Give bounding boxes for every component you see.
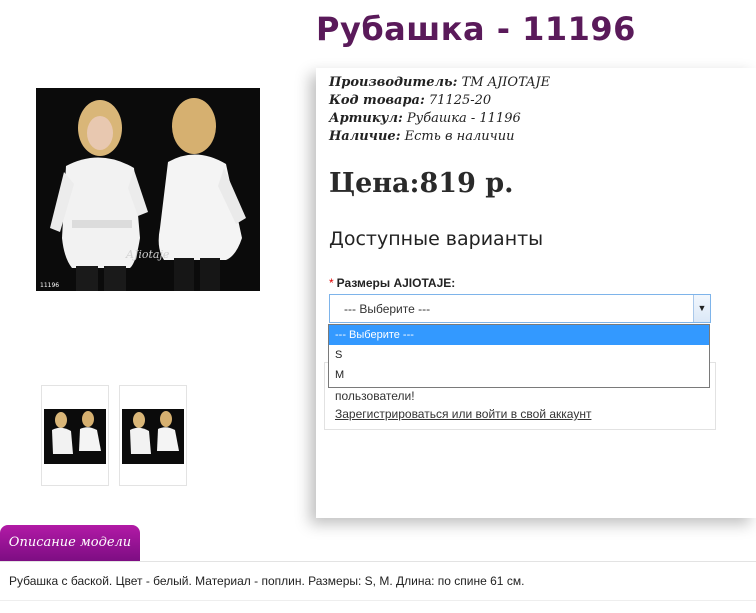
size-option[interactable]: --- Выберите --- bbox=[329, 325, 709, 345]
manufacturer-value[interactable]: ТМ AJIOTAJE bbox=[462, 75, 551, 90]
register-login-link[interactable]: Зарегистрироваться или войти в свой акка… bbox=[335, 407, 591, 421]
sku-value: Рубашка - 11196 bbox=[406, 111, 521, 126]
size-dropdown-list[interactable]: --- Выберите --- S M bbox=[328, 324, 710, 388]
manufacturer-label: Производитель: bbox=[329, 75, 458, 90]
tab-description[interactable]: Описание модели bbox=[0, 525, 140, 561]
product-price: Цена:819 р. bbox=[329, 168, 514, 199]
stock-value: Есть в наличии bbox=[404, 129, 515, 144]
size-label: * Размеры AJIOTAJE: bbox=[329, 276, 455, 290]
product-photo: AJiotaje 11196 bbox=[36, 88, 260, 291]
size-label-text: Размеры AJIOTAJE: bbox=[336, 276, 456, 290]
image-caption: 11196 bbox=[40, 282, 59, 289]
product-code-line: Код товара: 71125-20 bbox=[329, 93, 491, 108]
product-thumbnail[interactable] bbox=[119, 385, 187, 486]
product-main-image[interactable]: AJiotaje 11196 bbox=[36, 88, 260, 291]
image-watermark: AJiotaje bbox=[125, 248, 170, 261]
product-description: Рубашка с баской. Цвет - белый. Материал… bbox=[9, 574, 525, 588]
divider bbox=[0, 561, 756, 562]
sku-line: Артикул: Рубашка - 11196 bbox=[329, 111, 521, 126]
size-option[interactable]: M bbox=[329, 365, 709, 385]
size-option[interactable]: S bbox=[329, 345, 709, 365]
size-select[interactable]: --- Выберите --- ▼ bbox=[329, 294, 711, 323]
product-code-label: Код товара: bbox=[329, 93, 425, 108]
page-title: Рубашка - 11196 bbox=[316, 10, 636, 48]
product-thumbnail[interactable] bbox=[41, 385, 109, 486]
product-code-value: 71125-20 bbox=[428, 93, 492, 108]
product-info-panel: Производитель: ТМ AJIOTAJE Код товара: 7… bbox=[316, 68, 756, 518]
size-select-value: --- Выберите --- bbox=[344, 302, 431, 316]
sku-label: Артикул: bbox=[329, 111, 403, 126]
stock-line: Наличие: Есть в наличии bbox=[329, 129, 514, 144]
manufacturer-line: Производитель: ТМ AJIOTAJE bbox=[329, 75, 550, 90]
divider bbox=[0, 600, 756, 601]
required-mark: * bbox=[329, 276, 334, 290]
notice-text: пользователи! bbox=[335, 389, 415, 403]
chevron-down-icon[interactable]: ▼ bbox=[693, 295, 710, 322]
stock-label: Наличие: bbox=[329, 129, 401, 144]
variants-heading: Доступные варианты bbox=[329, 228, 544, 250]
